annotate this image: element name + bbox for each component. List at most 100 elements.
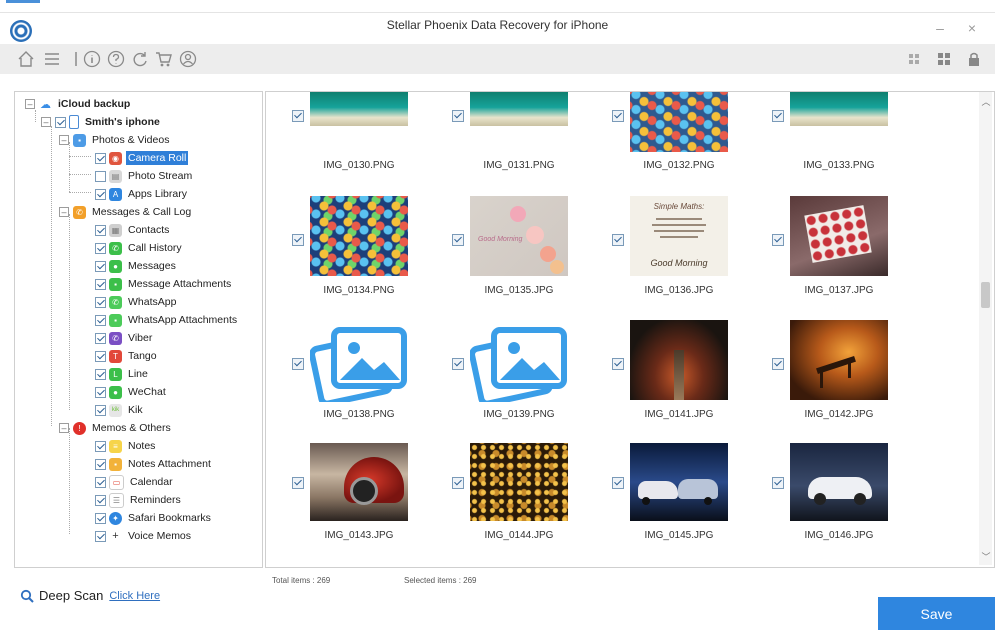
tree-group-memos[interactable]: – ! Memos & Others xyxy=(59,419,173,437)
tree-item-whatsapp-attachments[interactable]: ▪ WhatsApp Attachments xyxy=(95,311,239,329)
safari-bookmarks-checkbox[interactable] xyxy=(95,512,106,524)
notes-checkbox[interactable] xyxy=(95,440,106,452)
home-icon[interactable] xyxy=(16,49,36,69)
notes-attachment-checkbox[interactable] xyxy=(95,458,106,470)
scroll-down-icon[interactable]: ﹀ xyxy=(980,550,992,563)
camera-roll-checkbox[interactable] xyxy=(95,152,106,164)
tree-group-photos-videos[interactable]: – ▪ Photos & Videos xyxy=(59,131,171,149)
tree-item-reminders[interactable]: ☰ Reminders xyxy=(95,491,183,509)
item-checkbox[interactable] xyxy=(292,358,304,370)
file-name: IMG_0133.PNG xyxy=(803,160,875,171)
refresh-icon[interactable] xyxy=(130,49,150,69)
tree-item-apps-library[interactable]: A Apps Library xyxy=(95,185,189,203)
tree-item-camera-roll[interactable]: ◉ Camera Roll xyxy=(95,149,189,167)
item-checkbox[interactable] xyxy=(612,110,624,122)
tree-item-contacts[interactable]: ▦ Contacts xyxy=(95,221,171,239)
file-gallery: IMG_0130.PNG IMG_0131.PNG IMG_0132.PNG I… xyxy=(265,91,995,568)
tree-item-whatsapp[interactable]: ✆ WhatsApp xyxy=(95,293,178,311)
item-checkbox[interactable] xyxy=(612,234,624,246)
whatsapp-attachments-checkbox[interactable] xyxy=(95,314,106,326)
photos-videos-icon: ▪ xyxy=(73,133,86,147)
item-checkbox[interactable] xyxy=(772,477,784,489)
close-button[interactable]: × xyxy=(962,20,982,36)
collapse-icon[interactable]: – xyxy=(41,117,51,127)
item-checkbox[interactable] xyxy=(612,477,624,489)
item-checkbox[interactable] xyxy=(452,234,464,246)
item-checkbox[interactable] xyxy=(292,477,304,489)
message-attachments-checkbox[interactable] xyxy=(95,278,106,290)
tree-item-call-history[interactable]: ✆ Call History xyxy=(95,239,184,257)
collapse-icon[interactable]: – xyxy=(59,135,69,145)
line-app-icon: L xyxy=(109,367,122,381)
item-checkbox[interactable] xyxy=(772,234,784,246)
call-history-checkbox[interactable] xyxy=(95,242,106,254)
item-checkbox[interactable] xyxy=(292,234,304,246)
lock-icon[interactable] xyxy=(964,49,984,69)
item-checkbox[interactable] xyxy=(292,110,304,122)
item-checkbox[interactable] xyxy=(452,358,464,370)
item-checkbox[interactable] xyxy=(452,477,464,489)
reminders-checkbox[interactable] xyxy=(95,494,106,506)
info-icon[interactable] xyxy=(82,49,102,69)
image-preview xyxy=(630,443,728,521)
memos-others-icon: ! xyxy=(73,421,86,435)
tree-item-device[interactable]: – Smith's iphone xyxy=(41,113,162,131)
calendar-checkbox[interactable] xyxy=(95,476,106,488)
kik-icon: kik xyxy=(109,403,122,417)
list-view-icon[interactable] xyxy=(934,49,954,69)
collapse-icon[interactable]: – xyxy=(59,423,69,433)
tree-item-line[interactable]: L Line xyxy=(95,365,150,383)
minimize-button[interactable]: – xyxy=(930,20,950,36)
tree-item-calendar[interactable]: ▭ Calendar xyxy=(95,473,175,491)
collapse-icon[interactable]: – xyxy=(59,207,69,217)
item-checkbox[interactable] xyxy=(772,110,784,122)
click-here-link[interactable]: Click Here xyxy=(109,590,160,602)
tree-item-photo-stream[interactable]: ▤ Photo Stream xyxy=(95,167,194,185)
tree-item-messages[interactable]: ● Messages xyxy=(95,257,178,275)
contacts-checkbox[interactable] xyxy=(95,224,106,236)
whatsapp-checkbox[interactable] xyxy=(95,296,106,308)
tree-item-tango[interactable]: T Tango xyxy=(95,347,159,365)
voice-memos-checkbox[interactable] xyxy=(95,530,106,542)
save-button[interactable]: Save xyxy=(878,597,995,630)
tree-item-kik[interactable]: kik Kik xyxy=(95,401,145,419)
collapse-icon[interactable]: – xyxy=(25,99,35,109)
tree-item-wechat[interactable]: ● WeChat xyxy=(95,383,168,401)
scroll-up-icon[interactable]: ︿ xyxy=(980,95,992,108)
user-icon[interactable] xyxy=(178,49,198,69)
whatsapp-attachment-icon: ▪ xyxy=(109,313,122,327)
large-grid-icon[interactable] xyxy=(904,49,924,69)
tree-group-messages[interactable]: – ✆ Messages & Call Log xyxy=(59,203,193,221)
tree-item-voice-memos[interactable]: + Voice Memos xyxy=(95,527,193,545)
messages-checkbox[interactable] xyxy=(95,260,106,272)
tree-item-icloud-backup[interactable]: – ☁ iCloud backup xyxy=(25,95,132,113)
viber-checkbox[interactable] xyxy=(95,332,106,344)
kik-checkbox[interactable] xyxy=(95,404,106,416)
wechat-checkbox[interactable] xyxy=(95,386,106,398)
photo-stream-checkbox[interactable] xyxy=(95,170,106,182)
tree-item-safari-bookmarks[interactable]: ✦ Safari Bookmarks xyxy=(95,509,213,527)
menu-icon[interactable] xyxy=(42,49,62,69)
device-checkbox[interactable] xyxy=(55,116,66,128)
item-checkbox[interactable] xyxy=(772,358,784,370)
tree-item-viber[interactable]: ✆ Viber xyxy=(95,329,154,347)
item-checkbox[interactable] xyxy=(612,358,624,370)
image-caption-text: Good Morning xyxy=(650,258,708,268)
tree-item-message-attachments[interactable]: ▪ Message Attachments xyxy=(95,275,233,293)
apps-library-checkbox[interactable] xyxy=(95,188,106,200)
image-preview xyxy=(470,443,568,521)
image-preview xyxy=(790,320,888,400)
tree-item-notes-attachment[interactable]: ▪ Notes Attachment xyxy=(95,455,213,473)
file-name: IMG_0143.JPG xyxy=(324,530,394,541)
active-tab-indicator xyxy=(6,0,40,3)
gallery-scrollbar[interactable] xyxy=(979,92,992,565)
item-checkbox[interactable] xyxy=(452,110,464,122)
tango-checkbox[interactable] xyxy=(95,350,106,362)
help-icon[interactable] xyxy=(106,49,126,69)
file-name: IMG_0145.JPG xyxy=(644,530,714,541)
cart-icon[interactable] xyxy=(154,49,174,69)
line-checkbox[interactable] xyxy=(95,368,106,380)
tree-item-notes[interactable]: ≡ Notes xyxy=(95,437,157,455)
reminders-icon: ☰ xyxy=(109,492,124,508)
scrollbar-thumb[interactable] xyxy=(981,282,990,308)
